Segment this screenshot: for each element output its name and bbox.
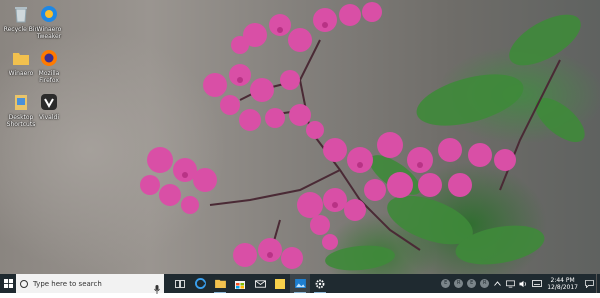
taskbar-clock[interactable]: 2:44 PM 12/8/2017 (543, 277, 582, 291)
store-icon[interactable] (230, 274, 250, 293)
mail-icon[interactable] (250, 274, 270, 293)
tray-button-4[interactable]: R (478, 274, 491, 293)
vivaldi-icon (39, 92, 59, 112)
edge-icon[interactable] (190, 274, 210, 293)
taskbar: Type here to search E R E R 2:44 PM 12/8… (0, 274, 600, 294)
sticky-notes-icon[interactable] (270, 274, 290, 293)
tray-button-3[interactable]: E (465, 274, 478, 293)
firefox-icon (39, 48, 59, 68)
tray-button-2-label: R (454, 279, 464, 288)
cortana-icon (20, 279, 28, 288)
taskbar-search-box[interactable]: Type here to search (16, 274, 164, 294)
wallpaper (140, 2, 585, 271)
windows-logo-icon (3, 279, 13, 288)
photos-icon[interactable] (290, 274, 310, 293)
tray-button-4-label: R (480, 279, 490, 288)
show-desktop-button[interactable] (596, 274, 600, 293)
start-button[interactable] (0, 274, 16, 293)
show-hidden-icons-chevron-icon[interactable] (491, 274, 504, 293)
desktop: Recycle Bin Winaero Tweaker Winaero Mozi… (0, 0, 600, 274)
tray-button-3-label: E (467, 279, 477, 288)
clock-time: 2:44 PM (550, 276, 575, 284)
action-center-icon[interactable] (582, 274, 596, 293)
network-icon[interactable] (504, 274, 517, 293)
microphone-icon[interactable] (154, 279, 160, 294)
desktop-icon-vivaldi[interactable]: Vivaldi (28, 92, 70, 121)
clock-date: 12/8/2017 (547, 283, 578, 291)
search-placeholder: Type here to search (33, 279, 102, 288)
file-explorer-icon[interactable] (210, 274, 230, 293)
keyboard-icon[interactable] (530, 274, 543, 293)
winaero-tweaker-icon (39, 4, 59, 24)
desktop-icon-winaero-tweaker[interactable]: Winaero Tweaker (28, 4, 70, 40)
tray-button-1-label: E (441, 279, 451, 288)
settings-icon[interactable] (310, 274, 330, 293)
tray-button-2[interactable]: R (452, 274, 465, 293)
desktop-icon-firefox[interactable]: Mozilla Firefox (28, 48, 70, 84)
system-tray: E R E R 2:44 PM 12/8/2017 (439, 274, 600, 293)
volume-icon[interactable] (517, 274, 530, 293)
tray-button-1[interactable]: E (439, 274, 452, 293)
task-view-icon[interactable] (170, 274, 190, 293)
